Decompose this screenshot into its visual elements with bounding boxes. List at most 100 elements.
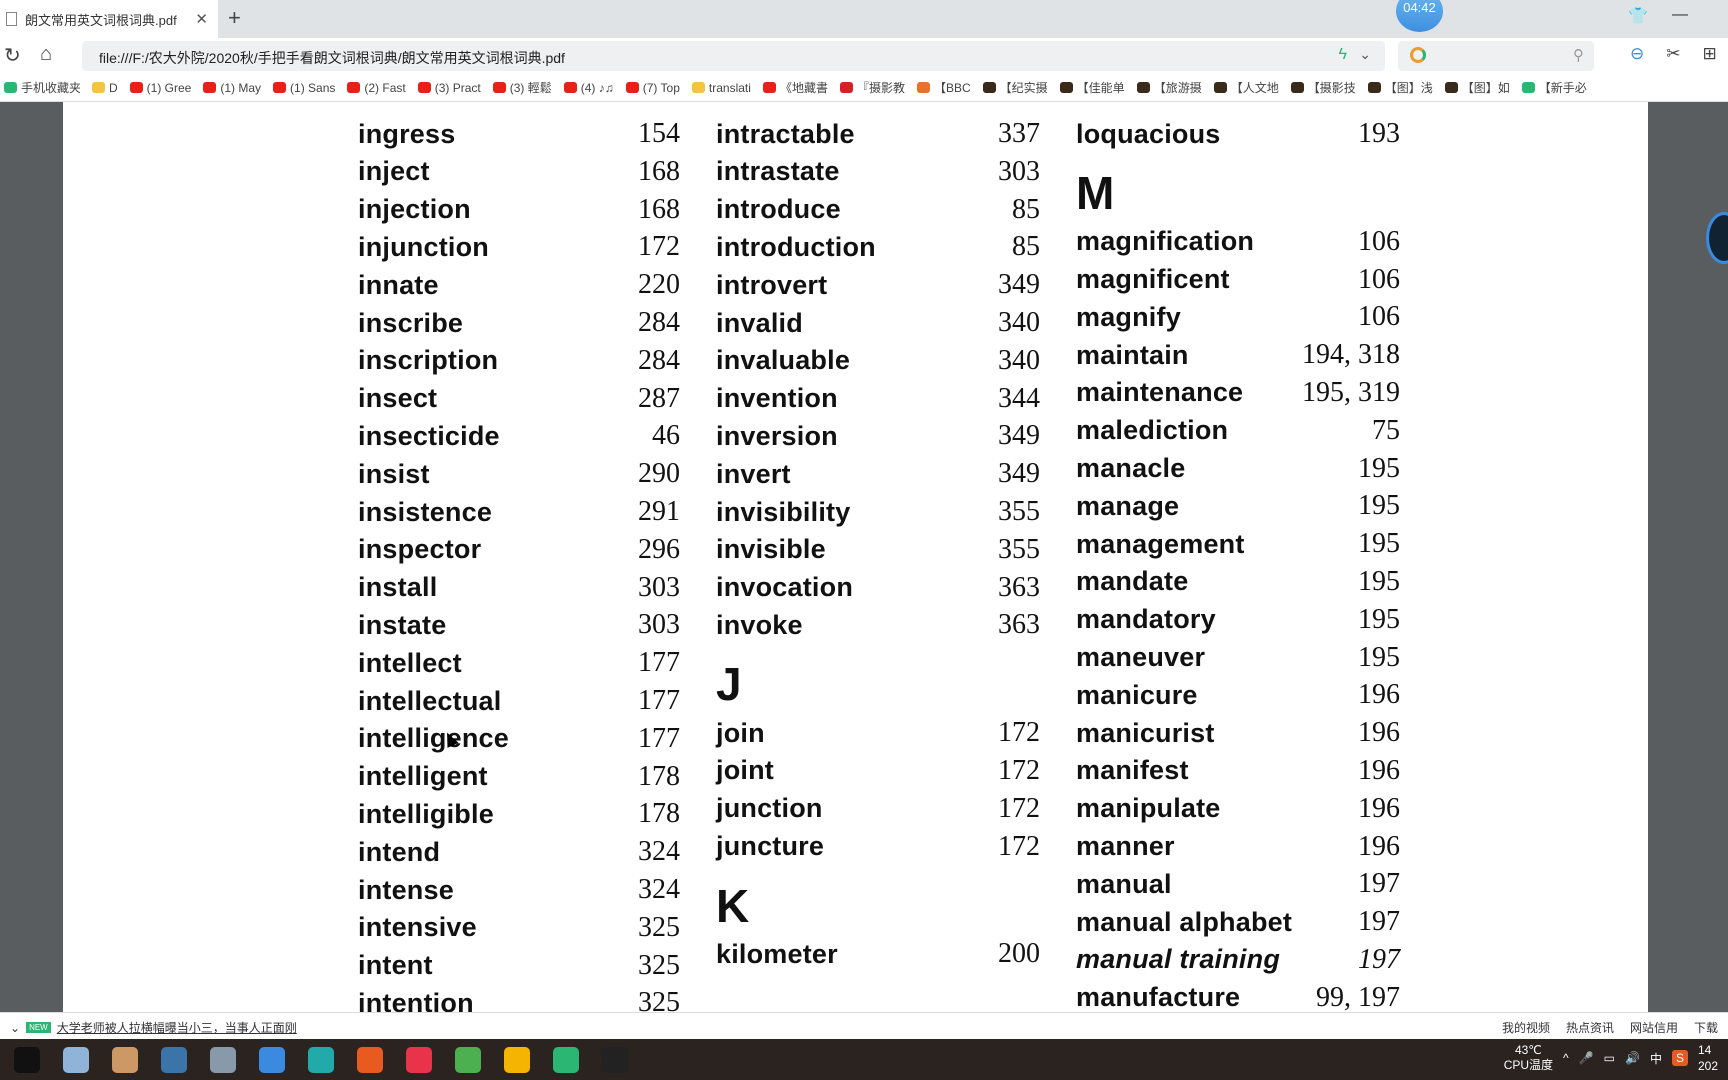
bookmark-item[interactable]: (1) May [203, 81, 261, 95]
entry-word: manual alphabet [1076, 906, 1293, 937]
bookmark-item[interactable]: (3) 輕鬆 [492, 79, 552, 96]
app-icon[interactable] [308, 1047, 334, 1073]
app-icon[interactable] [112, 1047, 138, 1073]
hot-news-link[interactable]: 热点资讯 [1566, 1019, 1614, 1036]
entry-page: 340 [998, 344, 1040, 376]
ime-indicator[interactable]: 中 [1650, 1050, 1662, 1067]
index-entry: inspector 296 [358, 531, 680, 569]
entry-page: 290 [638, 458, 680, 490]
bookmark-item[interactable]: 《地藏書 [762, 79, 828, 96]
entry-word: inscription [358, 345, 499, 376]
xmind-icon[interactable] [406, 1047, 432, 1073]
search-engine-icon[interactable] [1410, 47, 1426, 63]
entry-page: 291 [638, 496, 680, 527]
terminal-icon[interactable] [14, 1047, 40, 1073]
bookmark-item[interactable]: 【图】如 [1444, 79, 1510, 96]
bookmark-item[interactable]: 【旅游摄 [1136, 79, 1202, 96]
baidu-netdisk-icon[interactable] [259, 1047, 285, 1073]
entry-word: manicurist [1076, 717, 1215, 748]
download-link[interactable]: 下载 [1694, 1019, 1718, 1036]
cpu-temp[interactable]: 43℃ CPU温度 [1504, 1043, 1553, 1073]
browser-icon[interactable] [455, 1047, 481, 1073]
index-entry: injection 168 [358, 191, 680, 229]
bookmark-label: 【图】浅 [1384, 81, 1433, 95]
bookmark-label: (3) 輕鬆 [509, 81, 552, 95]
skin-icon[interactable]: 👕 [1628, 6, 1648, 26]
entry-word: manual training [1076, 944, 1281, 975]
address-bar[interactable]: file:///F:/农大外院/2020秋/手把手看朗文词根词典/朗文常用英文词… [82, 41, 1385, 71]
adblock-icon[interactable]: ⊖ [1630, 44, 1644, 64]
bookmark-item[interactable]: D [92, 81, 118, 95]
bookmark-item[interactable]: (1) Sans [273, 81, 335, 95]
wechat-icon[interactable] [553, 1047, 579, 1073]
pdf-viewer[interactable]: ingress 154 inject 168 injection 168 injunctio… [0, 102, 1728, 1012]
home-icon[interactable]: ⌂ [40, 43, 52, 66]
microphone-icon[interactable]: 🎤 [1579, 1051, 1594, 1065]
app-icon[interactable] [357, 1047, 383, 1073]
chevron-icon[interactable]: ⌄ [10, 1021, 20, 1035]
bookmark-label: 【纪实摄 [999, 81, 1048, 95]
chevron-up-icon[interactable]: ^ [1563, 1051, 1569, 1065]
bookmark-item[interactable]: (7) Top [625, 81, 680, 95]
index-entry: manual training 197 [1076, 941, 1400, 979]
entry-page: 284 [638, 344, 680, 376]
phone-icon [4, 82, 17, 93]
entry-word: manage [1076, 490, 1180, 521]
entry-word: innate [358, 269, 439, 300]
bookmark-item[interactable]: (4) ♪♫ [563, 81, 614, 95]
site-icon [1059, 82, 1073, 93]
entry-word: inversion [716, 420, 838, 451]
youtube-icon [563, 82, 577, 93]
index-entry: injunction 172 [358, 228, 680, 266]
sogou-icon[interactable]: S [1671, 1050, 1688, 1066]
bookmark-item[interactable]: 【摄影技 [1290, 79, 1356, 96]
entry-page: 172 [998, 830, 1040, 862]
floating-widget[interactable] [1706, 212, 1728, 264]
chevron-down-icon[interactable]: ⌄ [1359, 46, 1371, 63]
chrome-icon[interactable] [504, 1047, 530, 1073]
bookmark-item[interactable]: 『摄影教 [839, 79, 905, 96]
settings-app-icon[interactable] [63, 1047, 89, 1073]
network-icon[interactable]: ▭ [1604, 1051, 1615, 1065]
bookmark-item[interactable]: 【人文地 [1213, 79, 1279, 96]
qq-icon[interactable] [602, 1047, 628, 1073]
site-credit-link[interactable]: 网站信用 [1630, 1019, 1678, 1036]
entry-word: magnificent [1076, 264, 1230, 295]
disk-icon[interactable] [210, 1047, 236, 1073]
lightning-icon[interactable]: ϟ [1339, 46, 1347, 64]
my-videos-link[interactable]: 我的视频 [1502, 1019, 1550, 1036]
apps-grid-icon[interactable]: ⊞ [1703, 44, 1717, 64]
bookmark-item[interactable]: translati [691, 81, 751, 95]
news-ticker[interactable]: ⌄ NEW 大学老师被人拉横幅曝当小三，当事人正面刚 [10, 1019, 297, 1036]
bookmark-item[interactable]: (3) Pract [417, 81, 481, 95]
news-link[interactable]: 大学老师被人拉横幅曝当小三，当事人正面刚 [57, 1019, 297, 1036]
refresh-icon[interactable]: ↻ [4, 43, 21, 68]
search-box[interactable]: ⚲ [1398, 41, 1594, 71]
index-entry: invention 344 [716, 380, 1040, 418]
entry-word: maneuver [1076, 642, 1206, 673]
search-icon[interactable]: ⚲ [1573, 46, 1584, 64]
tab-active[interactable]: 朗文常用英文词根词典.pdf ✕ [0, 0, 218, 38]
clock[interactable]: 14 202 [1698, 1042, 1718, 1074]
site-icon [1136, 82, 1150, 93]
entry-page: 349 [998, 269, 1040, 301]
volume-icon[interactable]: 🔊 [1625, 1051, 1640, 1065]
bookmark-item[interactable]: 【图】浅 [1367, 79, 1433, 96]
entry-page: 195 [1358, 528, 1400, 560]
bookmark-label: 【佳能单 [1076, 81, 1125, 95]
bookmark-item[interactable]: (2) Fast [347, 81, 406, 95]
bookmark-item[interactable]: (1) Gree [129, 81, 191, 95]
bookmark-item[interactable]: 【纪实摄 [982, 79, 1048, 96]
python-icon[interactable] [161, 1047, 187, 1073]
minimize-icon[interactable]: — [1672, 6, 1688, 26]
index-entry: insistence 291 [358, 493, 680, 531]
bookmark-item[interactable]: 【BBC [916, 79, 971, 96]
bookmark-item[interactable]: 【佳能单 [1059, 79, 1125, 96]
close-tab-icon[interactable]: ✕ [195, 10, 208, 28]
scissors-icon[interactable]: ✂ [1666, 44, 1680, 64]
new-tab-button[interactable]: + [228, 5, 241, 31]
entry-word: intelligible [358, 798, 494, 829]
clock-bubble[interactable]: 04:42 [1396, 0, 1443, 32]
bookmark-item[interactable]: 【新手必 [1521, 79, 1587, 96]
bookmark-item[interactable]: 手机收藏夹 [4, 79, 80, 96]
